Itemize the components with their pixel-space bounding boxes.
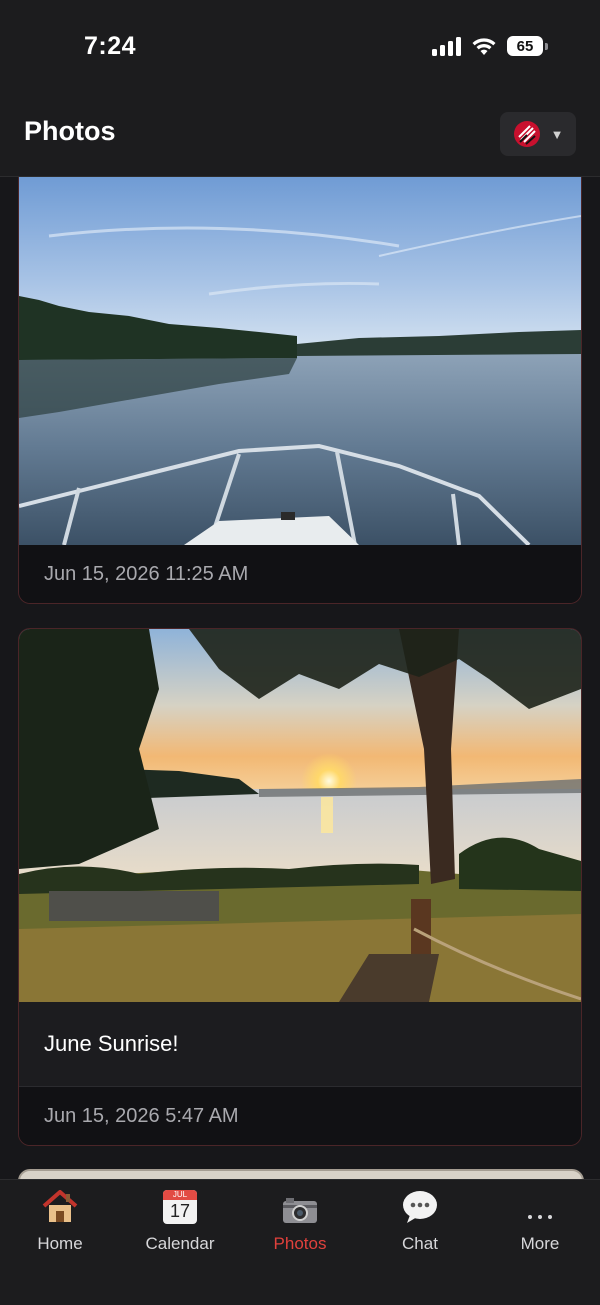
tab-photos[interactable]: Photos (240, 1184, 360, 1260)
tab-label: Chat (402, 1234, 438, 1253)
tab-chat[interactable]: Chat (360, 1184, 480, 1260)
sunrise-lake-photo[interactable] (19, 629, 581, 1002)
app-header: Photos ▼ (0, 96, 600, 177)
photo-date: Jun 15, 2026 5:47 AM (19, 1087, 581, 1145)
chevron-down-icon: ▼ (550, 126, 564, 142)
tab-calendar[interactable]: JUL 17 Calendar (120, 1184, 240, 1260)
tab-label: More (520, 1234, 560, 1253)
speech-bubble-icon (403, 1191, 437, 1223)
house-icon (42, 1190, 78, 1222)
ellipsis-icon (528, 1215, 552, 1219)
status-icons: 65 (432, 36, 548, 56)
tab-label: Photos (273, 1234, 327, 1253)
battery-icon: 65 (507, 36, 548, 56)
tab-bar: Home JUL 17 Calendar Photos Chat More (0, 1179, 600, 1305)
tab-home[interactable]: Home (0, 1184, 120, 1260)
photo-date: Jun 15, 2026 11:25 AM (19, 545, 581, 603)
battery-level: 65 (507, 36, 543, 56)
photo-card-partial[interactable] (18, 1169, 584, 1179)
page-title: Photos (24, 116, 116, 146)
lake-boat-photo[interactable] (19, 177, 581, 545)
calendar-month: JUL (163, 1190, 197, 1200)
photo-card[interactable]: Jun 15, 2026 11:25 AM (18, 177, 582, 604)
tab-label: Calendar (145, 1234, 215, 1253)
team-logo-icon (513, 121, 540, 147)
calendar-day: 17 (169, 1201, 191, 1221)
team-switcher-button[interactable]: ▼ (500, 112, 576, 156)
camera-icon (283, 1198, 317, 1223)
photo-card[interactable]: June Sunrise! Jun 15, 2026 5:47 AM (18, 628, 582, 1146)
tab-label: Home (37, 1234, 83, 1253)
status-time: 7:24 (84, 32, 137, 60)
status-bar: 7:24 65 (0, 0, 600, 96)
calendar-icon: JUL 17 (163, 1190, 197, 1224)
photo-caption: June Sunrise! (19, 1002, 581, 1087)
cellular-signal-icon (432, 36, 461, 56)
tab-more[interactable]: More (480, 1184, 600, 1260)
photo-feed[interactable]: Jun 15, 2026 11:25 AM June Sunrise! Jun … (0, 177, 600, 1179)
wifi-icon (472, 38, 496, 55)
